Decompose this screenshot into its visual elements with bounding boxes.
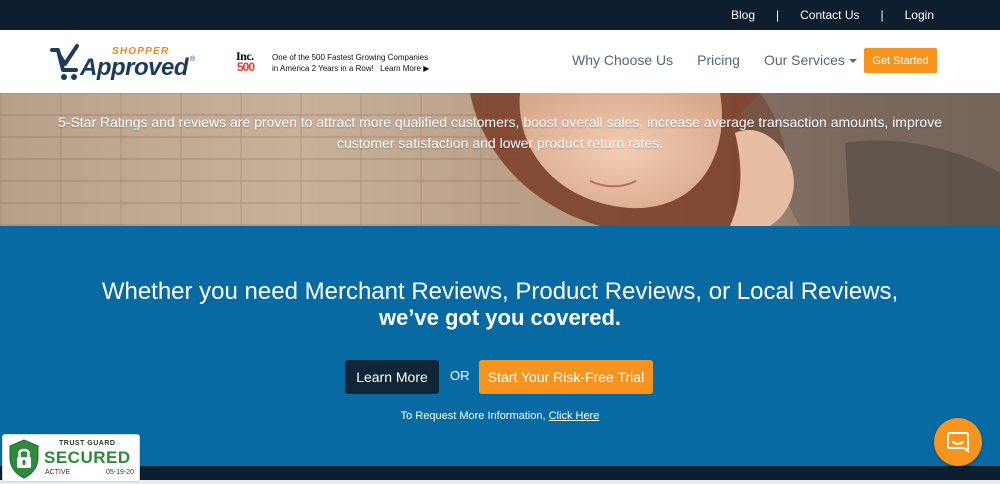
request-info: To Request More Information, Click Here (0, 410, 1000, 422)
trust-guard-date: 05-19-20 (106, 469, 135, 476)
inc-learn-more-link[interactable]: Learn More ▶ (380, 64, 429, 73)
trust-guard-badge[interactable]: TRUST GUARD SECURED ACTIVE 05-19-20 (2, 434, 140, 482)
top-bar: Blog | Contact Us | Login (0, 0, 1000, 30)
get-started-button[interactable]: Get Started (864, 48, 937, 73)
separator: | (880, 8, 884, 22)
trust-guard-title: TRUST GUARD (59, 440, 116, 447)
nav-our-services-label: Our Services (763, 52, 845, 68)
cta-section: Whether you need Merchant Reviews, Produ… (0, 226, 1000, 466)
request-info-text: To Request More Information, (400, 410, 546, 422)
cta-subheadline: we’ve got you covered. (378, 305, 622, 330)
chevron-down-icon (848, 59, 857, 64)
start-trial-button[interactable]: Start Your Risk-Free Trial (479, 360, 653, 394)
separator: | (776, 8, 780, 22)
hero-text: 5-Star Ratings and reviews are proven to… (58, 114, 942, 151)
login-link[interactable]: Login (905, 8, 934, 22)
page-bottom-edge (0, 480, 1000, 484)
learn-more-button[interactable]: Learn More (345, 360, 439, 394)
site-header: SHOPPER Approved ® Inc. 500 One of the 5… (0, 30, 1000, 93)
chat-bubble-icon (947, 432, 969, 453)
or-label: OR (450, 368, 470, 383)
blog-link[interactable]: Blog (731, 8, 755, 22)
inc-500-logo: Inc. 500 (236, 49, 266, 75)
click-here-link[interactable]: Click Here (549, 410, 600, 422)
nav-our-services[interactable]: Our Services (764, 52, 857, 68)
trust-guard-status: ACTIVE (45, 469, 71, 476)
trust-guard-secured: SECURED (44, 448, 131, 467)
nav-pricing[interactable]: Pricing (697, 52, 740, 68)
logo-registered-mark: ® (190, 56, 196, 63)
hero-banner: 5-Star Ratings and reviews are proven to… (0, 93, 1000, 226)
inc-line2: in America 2 Years in a Row! Learn More … (272, 64, 430, 73)
contact-us-link[interactable]: Contact Us (800, 8, 859, 22)
logo-approved-text: Approved (80, 54, 189, 81)
inc-award-text: One of the 500 Fastest Growing Companies… (272, 52, 429, 74)
inc-line1: One of the 500 Fastest Growing Companies (272, 53, 429, 62)
top-links: Blog | Contact Us | Login (731, 0, 934, 30)
shopper-approved-logo[interactable]: SHOPPER Approved ® (50, 44, 200, 84)
cart-check-icon (50, 44, 79, 80)
inc-number: 500 (237, 60, 255, 74)
chat-launcher-button[interactable] (934, 418, 982, 466)
nav-why-choose-us[interactable]: Why Choose Us (572, 52, 673, 68)
shield-lock-icon (9, 439, 39, 479)
cta-headline: Whether you need Merchant Reviews, Produ… (101, 278, 899, 305)
main-nav: Why Choose Us Pricing Our Services (572, 52, 881, 68)
